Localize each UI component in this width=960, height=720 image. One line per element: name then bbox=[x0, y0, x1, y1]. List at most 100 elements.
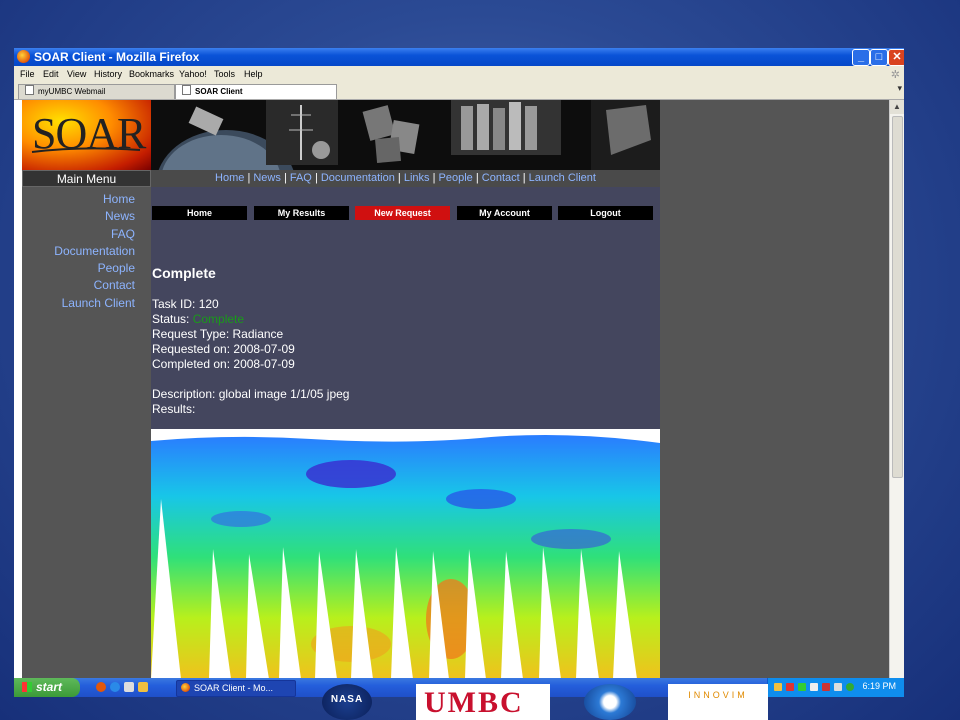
innovim-logo: INNOVIM bbox=[668, 684, 768, 720]
soar-logo[interactable]: SOAR bbox=[22, 100, 151, 170]
page-content: SOAR Main Menu Home | News | FAQ | Docum… bbox=[14, 100, 890, 678]
results-label: Results: bbox=[152, 402, 196, 416]
page-icon bbox=[182, 85, 191, 95]
nav-separator: | bbox=[283, 172, 287, 184]
topnav-launch-client[interactable]: Launch Client bbox=[529, 172, 596, 184]
status-value: Complete bbox=[192, 312, 245, 326]
taskbar-item-soar-client[interactable]: SOAR Client - Mo... bbox=[176, 680, 296, 697]
umbc-logo: UMBC bbox=[416, 684, 550, 720]
topnav-links[interactable]: Links bbox=[404, 172, 430, 184]
tray-icon[interactable] bbox=[822, 683, 830, 691]
tray-icon[interactable] bbox=[846, 683, 854, 691]
menu-edit[interactable]: Edit bbox=[43, 69, 59, 79]
close-button[interactable]: ✕ bbox=[888, 49, 904, 66]
nav-separator: | bbox=[522, 172, 526, 184]
logo-swoosh bbox=[31, 147, 141, 153]
tab-soar-client[interactable]: SOAR Client bbox=[175, 84, 337, 99]
tab-label: myUMBC Webmail bbox=[38, 87, 106, 96]
sidebar-item-home[interactable]: Home bbox=[22, 191, 151, 208]
page-icon bbox=[25, 85, 34, 95]
desktop-quicklaunch-icon[interactable] bbox=[124, 682, 134, 692]
logout-button[interactable]: Logout bbox=[558, 206, 653, 220]
topnav-home[interactable]: Home bbox=[215, 172, 244, 184]
ie-quicklaunch-icon[interactable] bbox=[110, 682, 120, 692]
completed-line: Completed on: 2008-07-09 bbox=[152, 357, 295, 371]
requested-label: Requested on: bbox=[152, 342, 231, 356]
menu-file[interactable]: File bbox=[20, 69, 35, 79]
topnav-contact[interactable]: Contact bbox=[482, 172, 520, 184]
task-id-line: Task ID: 120 bbox=[152, 297, 219, 311]
system-tray: 6:19 PM bbox=[767, 678, 904, 697]
status-label: Status: bbox=[152, 312, 190, 326]
new-request-button[interactable]: New Request bbox=[355, 206, 450, 220]
menu-bookmarks[interactable]: Bookmarks bbox=[129, 69, 174, 79]
nasa-logo: NASA bbox=[322, 684, 372, 720]
menu-tools[interactable]: Tools bbox=[214, 69, 235, 79]
throbber-icon: ✲ bbox=[890, 69, 900, 81]
site-banner: SOAR bbox=[22, 100, 660, 170]
tray-icon[interactable] bbox=[834, 683, 842, 691]
status-line: Status: Complete bbox=[152, 312, 244, 326]
minimize-button[interactable]: _ bbox=[852, 49, 870, 66]
topnav-news[interactable]: News bbox=[253, 172, 281, 184]
tray-icon[interactable] bbox=[798, 683, 806, 691]
nav-separator: | bbox=[432, 172, 436, 184]
top-navigation: Home | News | FAQ | Documentation | Link… bbox=[151, 170, 660, 187]
request-type-line: Request Type: Radiance bbox=[152, 327, 283, 341]
my-account-button[interactable]: My Account bbox=[457, 206, 552, 220]
request-type-label: Request Type: bbox=[152, 327, 230, 341]
sidebar-item-news[interactable]: News bbox=[22, 208, 151, 225]
sidebar-item-contact[interactable]: Contact bbox=[22, 277, 151, 294]
maximize-button[interactable]: □ bbox=[870, 49, 888, 66]
window-title: SOAR Client - Mozilla Firefox bbox=[34, 50, 200, 64]
vertical-scrollbar[interactable]: ▲ bbox=[889, 100, 904, 678]
sidebar-item-documentation[interactable]: Documentation bbox=[22, 243, 151, 260]
right-gutter bbox=[660, 100, 890, 678]
menu-help[interactable]: Help bbox=[244, 69, 263, 79]
tab-webmail[interactable]: myUMBC Webmail bbox=[18, 84, 175, 99]
request-type-value: Radiance bbox=[232, 327, 284, 341]
firefox-icon bbox=[17, 50, 30, 63]
sidebar-item-people[interactable]: People bbox=[22, 260, 151, 277]
title-bar: SOAR Client - Mozilla Firefox _ □ ✕ bbox=[14, 48, 904, 66]
tab-list-dropdown-icon[interactable]: ▾ bbox=[897, 83, 902, 94]
scroll-thumb[interactable] bbox=[892, 116, 903, 478]
tab-bar: myUMBC Webmail SOAR Client ▾ bbox=[14, 83, 904, 100]
main-menu-heading: Main Menu bbox=[22, 170, 151, 187]
sidebar-item-faq[interactable]: FAQ bbox=[22, 226, 151, 243]
start-button[interactable]: start bbox=[14, 678, 80, 697]
completed-label: Completed on: bbox=[152, 357, 231, 371]
topnav-documentation[interactable]: Documentation bbox=[321, 172, 395, 184]
result-heading: Complete bbox=[152, 265, 216, 281]
requested-line: Requested on: 2008-07-09 bbox=[152, 342, 295, 356]
tray-icon[interactable] bbox=[810, 683, 818, 691]
clock[interactable]: 6:19 PM bbox=[862, 681, 896, 691]
noaa-logo bbox=[584, 684, 636, 720]
description-value: global image 1/1/05 jpeg bbox=[218, 387, 350, 401]
sidebar-item-launch-client[interactable]: Launch Client bbox=[22, 295, 151, 312]
taskbar-item-label: SOAR Client - Mo... bbox=[194, 683, 274, 693]
tray-icon[interactable] bbox=[786, 683, 794, 691]
tray-icon[interactable] bbox=[774, 683, 782, 691]
browser-window: SOAR Client - Mozilla Firefox _ □ ✕ File… bbox=[14, 48, 904, 678]
nav-separator: | bbox=[475, 172, 479, 184]
folder-quicklaunch-icon[interactable] bbox=[138, 682, 148, 692]
umbc-logo-text: UMBC bbox=[424, 686, 524, 719]
menu-yahoo[interactable]: Yahoo! bbox=[179, 69, 207, 79]
menu-history[interactable]: History bbox=[94, 69, 122, 79]
firefox-quicklaunch-icon[interactable] bbox=[96, 682, 106, 692]
sidebar-menu: Home News FAQ Documentation People Conta… bbox=[22, 187, 151, 678]
nav-separator: | bbox=[247, 172, 251, 184]
nav-separator: | bbox=[397, 172, 401, 184]
home-button[interactable]: Home bbox=[152, 206, 247, 220]
banner-image-strip bbox=[151, 100, 660, 170]
scroll-up-icon[interactable]: ▲ bbox=[890, 100, 904, 114]
topnav-faq[interactable]: FAQ bbox=[290, 172, 312, 184]
requested-value: 2008-07-09 bbox=[233, 342, 295, 356]
result-image[interactable] bbox=[151, 429, 660, 678]
my-results-button[interactable]: My Results bbox=[254, 206, 349, 220]
menu-view[interactable]: View bbox=[67, 69, 86, 79]
description-line: Description: global image 1/1/05 jpeg bbox=[152, 387, 349, 401]
topnav-people[interactable]: People bbox=[439, 172, 473, 184]
task-id-value: 120 bbox=[198, 297, 219, 311]
